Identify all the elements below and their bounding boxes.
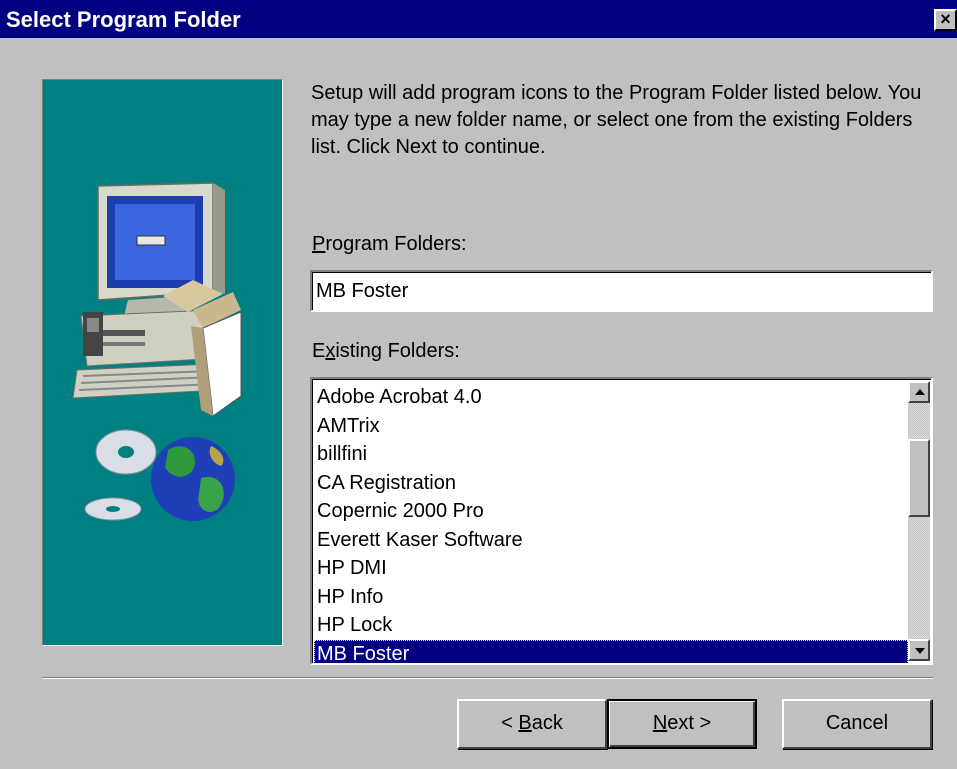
scroll-up-button[interactable]	[908, 381, 930, 403]
list-item-selected[interactable]: MB Foster	[314, 639, 908, 663]
list-item[interactable]: Everett Kaser Software	[314, 526, 908, 555]
list-item[interactable]: Adobe Acrobat 4.0	[314, 383, 908, 412]
list-item[interactable]: billfini	[314, 440, 908, 469]
scroll-up-arrow-icon	[915, 389, 925, 395]
program-folders-label-mnemonic: P	[312, 233, 326, 255]
scroll-down-arrow-icon	[915, 648, 925, 654]
next-button-text: ext >	[667, 712, 712, 734]
back-button[interactable]: < Back	[457, 699, 607, 749]
close-button[interactable]: ×	[934, 9, 957, 31]
list-item[interactable]: Copernic 2000 Pro	[314, 497, 908, 526]
back-button-prefix: <	[501, 712, 519, 734]
list-item[interactable]: HP Info	[314, 583, 908, 612]
vertical-scrollbar[interactable]	[908, 381, 930, 661]
divider	[42, 677, 933, 679]
existing-folders-label-text: isting Folders:	[335, 340, 460, 362]
list-item[interactable]: HP Lock	[314, 611, 908, 640]
setup-illustration	[42, 79, 283, 646]
list-item[interactable]: AMTrix	[314, 412, 908, 441]
existing-folders-label: Existing Folders:	[312, 340, 460, 363]
list-item[interactable]: CA Registration	[314, 469, 908, 498]
computer-globe-illustration-icon	[72, 182, 242, 521]
list-item[interactable]: HP DMI	[314, 554, 908, 583]
next-button-mnemonic: N	[652, 712, 668, 734]
folder-list-items: Adobe Acrobat 4.0 AMTrix billfini CA Reg…	[314, 383, 908, 663]
back-button-mnemonic: B	[518, 712, 532, 734]
close-icon: ×	[940, 9, 951, 29]
program-folders-label: Program Folders:	[312, 233, 467, 256]
cancel-button[interactable]: Cancel	[782, 699, 932, 749]
next-button[interactable]: Next >	[607, 699, 757, 749]
scroll-down-button[interactable]	[908, 639, 930, 661]
program-folders-label-text: rogram Folders:	[325, 233, 467, 255]
program-folder-input[interactable]	[310, 270, 933, 312]
existing-folders-list[interactable]: Adobe Acrobat 4.0 AMTrix billfini CA Reg…	[310, 377, 933, 665]
existing-folders-label-mnemonic: x	[325, 340, 336, 362]
scrollbar-thumb[interactable]	[908, 439, 930, 517]
existing-folders-label-first: E	[312, 340, 326, 362]
instructions-text: Setup will add program icons to the Prog…	[311, 82, 922, 158]
title-bar: Select Program Folder ×	[0, 0, 957, 38]
back-button-text: ack	[531, 712, 563, 734]
window-title: Select Program Folder	[6, 7, 241, 32]
